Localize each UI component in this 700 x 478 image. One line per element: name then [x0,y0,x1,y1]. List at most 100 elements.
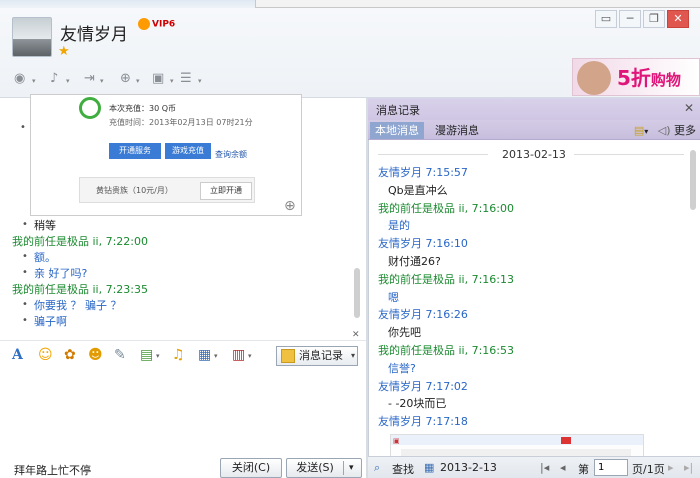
history-message-text: 信誉? [388,361,416,375]
message-history-button[interactable]: 消息记录 ▾ [276,346,358,366]
date-picker[interactable]: 2013-2-13 [440,461,497,474]
yellow-diamond-bar: 黄钻贵族（10元/月） 立即开通 [79,177,255,203]
font-icon[interactable]: A [12,347,23,363]
page-prefix: 第 [578,463,589,476]
history-icon [281,349,295,363]
open-service-btn: 开通服务 [109,143,161,159]
message-text: 稍等 [34,219,56,232]
page-suffix: 页/1页 [632,463,665,476]
emoji-icon[interactable]: ☺ [38,347,53,363]
chevron-down-icon[interactable]: ▾ [248,352,252,360]
history-scrollbar[interactable] [690,150,696,210]
history-message-sender: 我的前任是极品 ii, 7:16:53 [378,344,515,357]
calendar-icon[interactable]: ▦ [424,461,434,474]
screenshot-image[interactable]: 本次充值：30 Q币 充值时间：2013年02月13日 07时21分 开通服务 … [30,94,302,216]
divider [343,461,344,475]
bullet: • [20,122,26,133]
level-star-icon[interactable]: ★ [58,44,70,59]
history-footer: ⌕ 查找 ▦ 2013-2-13 |◂ ◂ 第 1 页/1页 ▸ ▸| [368,456,700,478]
history-date: 2013-02-13 [502,148,566,161]
app-list-icon[interactable]: ☰ [180,72,194,86]
history-message-text: - -20块而已 [388,397,447,411]
zoom-icon[interactable]: ⊕ [284,198,296,214]
chevron-down-icon[interactable]: ▾ [32,77,36,85]
chevron-down-icon[interactable]: ▾ [644,127,648,136]
history-titlebar: 消息记录 ✕ [368,98,700,120]
activate-now-btn: 立即开通 [200,182,252,200]
vip-badge[interactable]: VIP6 [138,18,175,30]
last-page-icon[interactable]: ▸| [684,461,693,474]
ad-banner[interactable]: 5折购物 [572,58,700,96]
tab-local-messages[interactable]: 本地消息 [370,122,424,139]
gift-icon[interactable]: ▥ [232,347,245,363]
message-input[interactable] [0,368,366,456]
history-button-label: 消息记录 [299,349,343,362]
chevron-down-icon[interactable]: ▾ [170,77,174,85]
vip-label: VIP6 [152,19,176,30]
page-number-input[interactable]: 1 [594,459,628,476]
success-check-icon [79,97,101,119]
collapse-icon[interactable]: ✕ [352,330,360,340]
chevron-down-icon[interactable]: ▾ [214,352,218,360]
recharge-amount: 本次充值：30 Q币 [109,104,177,113]
history-image-thumbnail[interactable]: ▣ [390,434,644,458]
export-icon[interactable]: ▤ [634,124,644,137]
history-message-sender: 我的前任是极品 ii, 7:16:00 [378,201,515,215]
chevron-down-icon[interactable]: ▾ [66,77,70,85]
scribble-icon[interactable]: ✎ [114,347,126,363]
chevron-down-icon[interactable]: ▾ [156,352,160,360]
window-top-strip [0,0,700,8]
send-options-chevron-icon[interactable]: ▾ [349,459,354,477]
add-contact-icon[interactable]: ⊕ [120,72,134,86]
message-text: 额。 [34,251,56,264]
magic-emoji-icon[interactable]: ✿ [64,347,76,363]
history-message-sender: 友情岁月 7:15:57 [378,166,468,179]
chevron-down-icon[interactable]: ▾ [136,77,140,85]
message-sender: 我的前任是极品 ii, 7:22:00 [12,235,149,248]
first-page-icon[interactable]: |◂ [540,461,549,474]
prev-page-icon[interactable]: ◂ [560,461,566,474]
speaker-icon[interactable]: ◁) [658,124,671,137]
more-button[interactable]: 更多 [674,124,696,137]
message-text: 亲 好了吗? [34,267,88,280]
history-message-sender: 友情岁月 7:16:10 [378,237,468,251]
search-icon[interactable]: ⌕ [374,461,380,475]
chevron-down-icon[interactable]: ▾ [351,347,355,365]
avatar[interactable] [12,17,52,57]
bullet: • [22,315,28,326]
message-sender: 我的前任是极品 ii, 7:23:35 [12,283,149,296]
skin-button[interactable]: ▭ [595,10,617,28]
minimize-button[interactable]: ─ [619,10,641,28]
chevron-down-icon[interactable]: ▾ [100,77,104,85]
find-button[interactable]: 查找 [392,461,414,477]
microphone-icon[interactable]: ♪ [50,72,64,86]
yellow-diamond-text: 黄钻贵族（10元/月） [96,186,173,195]
screen-share-icon[interactable]: ▣ [152,72,166,86]
camera-icon[interactable]: ◉ [14,72,28,86]
message-text: 骗子啊 [34,315,67,328]
music-icon[interactable]: ♫ [172,347,185,363]
bullet: • [22,267,28,278]
contact-nickname[interactable]: 友情岁月 [60,20,128,45]
recharge-time: 充值时间：2013年02月13日 07时21分 [109,118,253,127]
send-button[interactable]: 发送(S) ▾ [286,458,362,478]
transfer-file-icon[interactable]: ⇥ [84,72,98,86]
history-tabs: 本地消息 漫游消息 ▤▾ ◁) 更多 [368,120,700,140]
thumbnail-logo-icon: ▣ [393,437,400,445]
bullet: • [22,219,28,230]
shake-icon[interactable]: ☻ [88,347,103,363]
chat-scrollbar[interactable] [354,268,360,318]
send-label: 发送(S) [296,461,334,474]
next-page-icon[interactable]: ▸ [668,461,674,474]
send-image-icon[interactable]: ▤ [140,347,153,363]
query-balance-link: 查询余额 [215,150,247,159]
tab-roaming-messages[interactable]: 漫游消息 [430,122,484,139]
ad-model-image [577,61,611,95]
close-window-button[interactable]: ✕ [667,10,689,28]
close-button[interactable]: 关闭(C) [220,458,282,478]
close-icon[interactable]: ✕ [684,101,694,115]
screenshot-icon[interactable]: ▦ [198,347,211,363]
chevron-down-icon[interactable]: ▾ [198,77,202,85]
maximize-button[interactable]: ❐ [643,10,665,28]
history-message-sender: 友情岁月 7:17:02 [378,379,468,393]
